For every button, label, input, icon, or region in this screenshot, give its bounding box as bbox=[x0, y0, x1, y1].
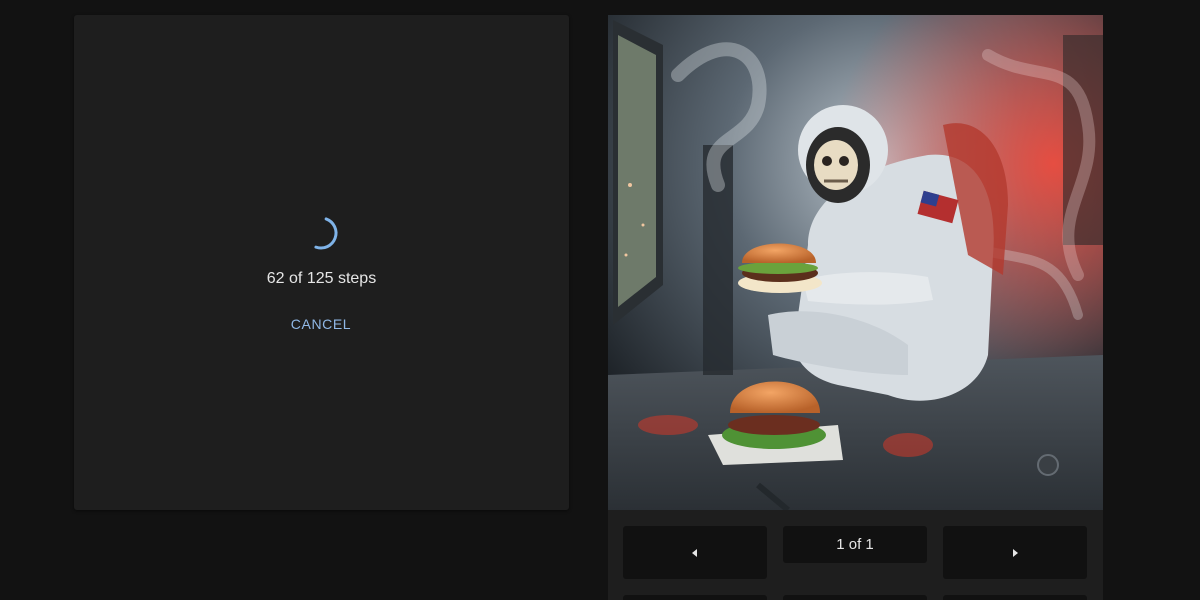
action-button-2[interactable] bbox=[783, 595, 927, 600]
action-button-1[interactable] bbox=[623, 595, 767, 600]
page-indicator: 1 of 1 bbox=[783, 526, 927, 563]
image-viewer-panel: 1 of 1 bbox=[608, 15, 1103, 600]
previous-image-button[interactable] bbox=[623, 526, 767, 579]
loading-spinner-icon bbox=[304, 216, 338, 250]
progress-steps-text: 62 of 125 steps bbox=[266, 270, 377, 287]
generation-progress-card bbox=[74, 15, 569, 510]
caret-right-icon bbox=[1013, 548, 1018, 557]
action-button-3[interactable] bbox=[943, 595, 1087, 600]
next-image-button[interactable] bbox=[943, 526, 1087, 579]
caret-left-icon bbox=[692, 548, 697, 557]
generated-image[interactable] bbox=[608, 15, 1103, 510]
cancel-button[interactable]: CANCEL bbox=[282, 312, 360, 336]
